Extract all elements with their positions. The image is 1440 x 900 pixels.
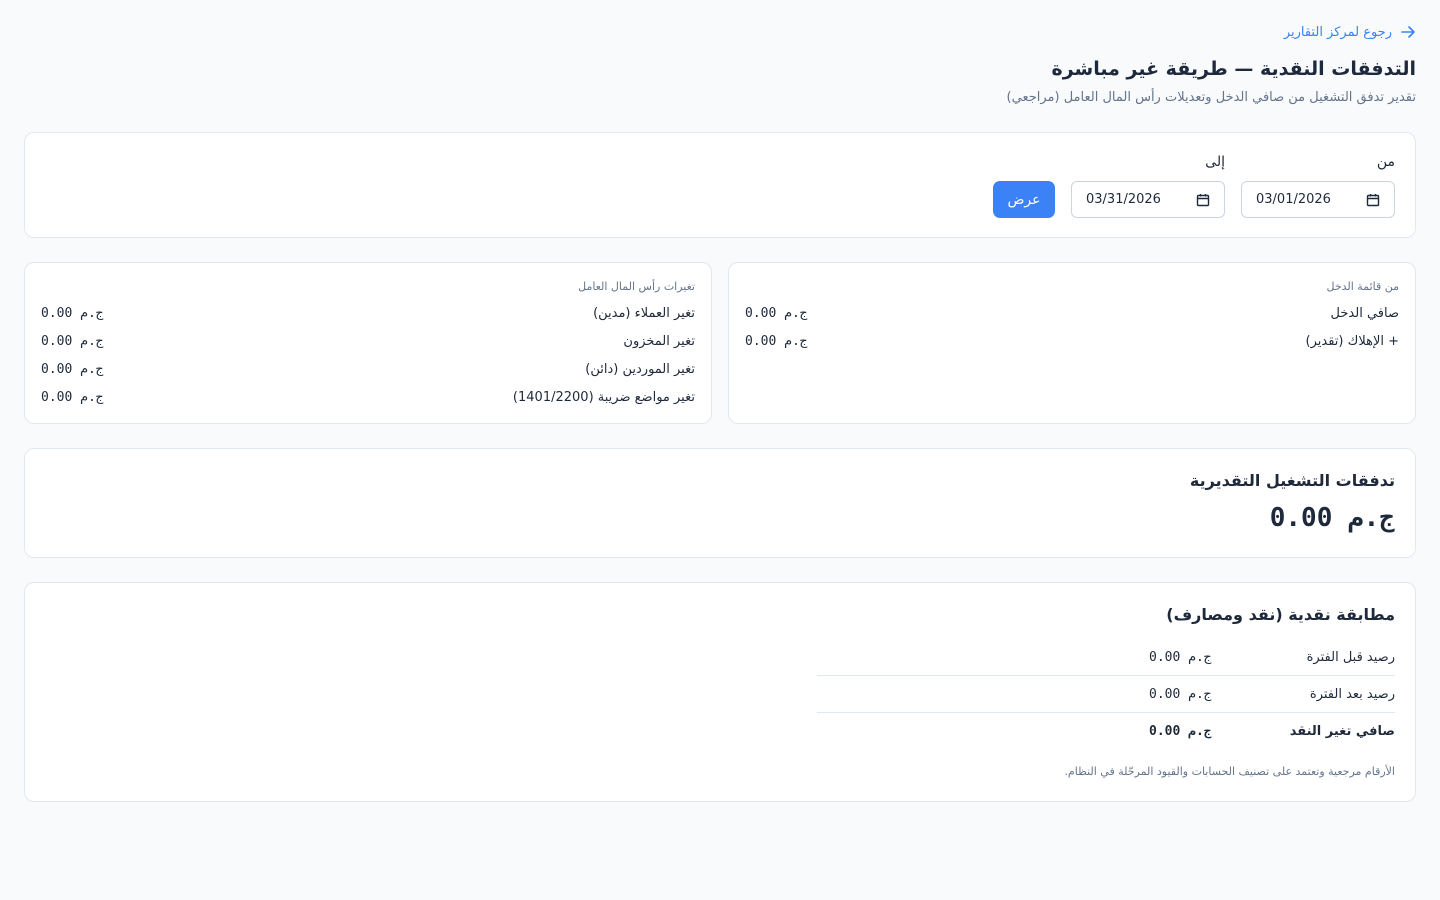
wc-row-receivables: تغير العملاء (مدين) 0.00 ج.م (41, 303, 695, 323)
calendar-icon[interactable] (1196, 193, 1210, 207)
row-amount: 0.00 ج.م (41, 389, 104, 405)
to-label: إلى (1205, 154, 1225, 170)
back-link-label: رجوع لمركز التقارير (1283, 24, 1392, 40)
row-amount: 0.00 ج.م (41, 305, 104, 321)
row-amount: 0.00 ج.م (1149, 649, 1212, 665)
income-statement-card: من قائمة الدخل صافي الدخل 0.00 ج.م + الإ… (728, 262, 1416, 424)
calendar-icon[interactable] (1366, 193, 1380, 207)
income-caption: من قائمة الدخل (1326, 280, 1400, 293)
row-amount: 0.00 ج.م (745, 333, 808, 349)
row-label: تغير الموردين (دائن) (585, 361, 695, 377)
reconciliation-title: مطابقة نقدية (نقد ومصارف) (1166, 605, 1395, 624)
working-capital-caption: تغيرات رأس المال العامل (578, 280, 695, 293)
row-label: تغير العملاء (مدين) (593, 305, 695, 321)
row-label: تغير المخزون (623, 333, 695, 349)
operating-cash-flow-card: تدفقات التشغيل التقديرية 0.00 ج.م (24, 448, 1416, 558)
row-amount: 0.00 ج.م (1149, 686, 1212, 702)
to-date-input[interactable]: 03/31/2026 (1071, 181, 1225, 218)
from-label: من (1376, 154, 1395, 170)
row-label: + الإهلاك (تقدير) (1305, 333, 1399, 349)
from-date-value: 03/01/2026 (1256, 192, 1331, 207)
back-to-reports-link[interactable]: رجوع لمركز التقارير (1284, 24, 1416, 40)
row-label: رصيد بعد الفترة (1309, 686, 1395, 702)
income-row-depreciation: + الإهلاك (تقدير) 0.00 ج.م (745, 331, 1399, 351)
recon-row-closing: رصيد بعد الفترة 0.00 ج.م (817, 676, 1395, 713)
row-label: صافي الدخل (1330, 305, 1399, 321)
row-label: صافي تغير النقد (1289, 724, 1395, 739)
wc-row-inventory: تغير المخزون 0.00 ج.م (41, 331, 695, 351)
row-label: تغير مواضع ضريبة (1401/2200) (512, 389, 695, 405)
income-row-net-income: صافي الدخل 0.00 ج.م (745, 303, 1399, 323)
row-amount: 0.00 ج.م (41, 361, 104, 377)
wc-row-tax: تغير مواضع ضريبة (1401/2200) 0.00 ج.م (41, 387, 695, 407)
cash-reconciliation-card: مطابقة نقدية (نقد ومصارف) رصيد قبل الفتر… (24, 582, 1416, 802)
wc-row-payables: تغير الموردين (دائن) 0.00 ج.م (41, 359, 695, 379)
to-date-value: 03/31/2026 (1086, 192, 1161, 207)
row-amount: 0.00 ج.م (1149, 724, 1212, 739)
row-label: رصيد قبل الفترة (1306, 649, 1395, 665)
working-capital-card: تغيرات رأس المال العامل تغير العملاء (مد… (24, 262, 712, 424)
page-title: التدفقات النقدية — طريقة غير مباشرة (1051, 58, 1416, 80)
row-amount: 0.00 ج.م (41, 333, 104, 349)
reconciliation-note: الأرقام مرجعية وتعتمد على تصنيف الحسابات… (1064, 765, 1395, 778)
recon-row-net-change: صافي تغير النقد 0.00 ج.م (817, 713, 1395, 750)
page-subtitle: تقدير تدفق التشغيل من صافي الدخل وتعديلا… (1006, 90, 1416, 105)
row-amount: 0.00 ج.م (745, 305, 808, 321)
operating-amount: 0.00 ج.م (1269, 503, 1395, 533)
recon-row-opening: رصيد قبل الفترة 0.00 ج.م (817, 639, 1395, 676)
show-report-button[interactable]: عرض (993, 181, 1055, 218)
from-date-input[interactable]: 03/01/2026 (1241, 181, 1395, 218)
date-filter-card: من 03/01/2026 إلى 03/31/2026 عرض (24, 132, 1416, 238)
arrow-right-icon (1401, 26, 1415, 38)
operating-title: تدفقات التشغيل التقديرية (1189, 471, 1395, 490)
